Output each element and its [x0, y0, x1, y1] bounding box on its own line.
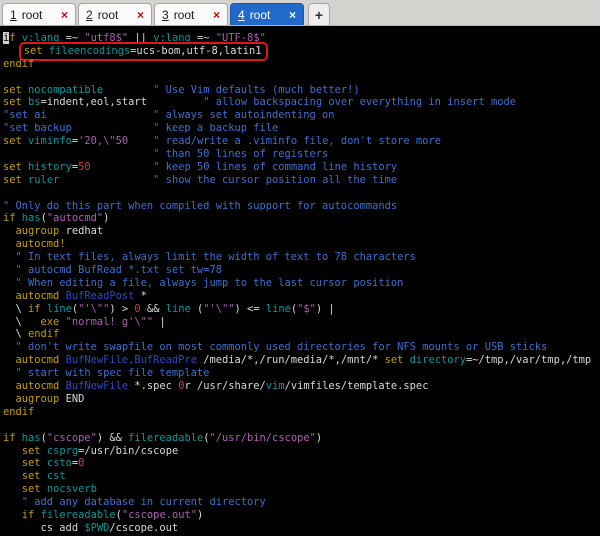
- code-line: " start with spec file template: [3, 367, 600, 380]
- code-line: "set backup " keep a backup file: [3, 122, 600, 135]
- code-line: set csprg=/usr/bin/cscope: [3, 445, 600, 458]
- code-line: cs add $PWD/cscope.out: [3, 522, 600, 535]
- code-line: augroup END: [3, 393, 600, 406]
- code-line: " autocmd BufRead *.txt set tw=78: [3, 264, 600, 277]
- tab-title: root: [174, 8, 195, 22]
- code-line: \ endif: [3, 328, 600, 341]
- code-line: if has("cscope") && filereadable("/usr/b…: [3, 432, 600, 445]
- code-line: endif: [3, 58, 600, 71]
- tab-bar: 1 root × 2 root × 3 root × 4 root × +: [0, 0, 600, 26]
- tab-3-root[interactable]: 3 root ×: [154, 3, 228, 25]
- code-line: set cst: [3, 470, 600, 483]
- tab-number: 3: [162, 8, 169, 22]
- tab-number: 2: [86, 8, 93, 22]
- tab-number: 4: [238, 8, 245, 22]
- new-tab-button[interactable]: +: [308, 3, 330, 25]
- code-line: " When editing a file, always jump to th…: [3, 277, 600, 290]
- code-line: augroup redhat: [3, 225, 600, 238]
- code-line: set fileencodings=ucs-bom,utf-8,latin1: [3, 45, 600, 58]
- code-line: if filereadable("cscope.out"): [3, 509, 600, 522]
- tab-close-icon[interactable]: ×: [137, 9, 144, 21]
- code-line: " add any database in current directory: [3, 496, 600, 509]
- code-line: \ exe "normal! g'\"" |: [3, 316, 600, 329]
- code-line: " In text files, always limit the width …: [3, 251, 600, 264]
- code-line: " don't write swapfile on most commonly …: [3, 341, 600, 354]
- terminal-screen[interactable]: if v:lang =~ "utf8$" || v:lang =~ "UTF-8…: [0, 26, 600, 536]
- code-line: set history=50 " keep 50 lines of comman…: [3, 161, 600, 174]
- tab-4-root[interactable]: 4 root ×: [230, 3, 304, 25]
- code-line: [3, 187, 600, 200]
- code-line: endif: [3, 406, 600, 419]
- code-line: set csto=0: [3, 457, 600, 470]
- code-line: "set ai " always set autoindenting on: [3, 109, 600, 122]
- code-line: if has("autocmd"): [3, 212, 600, 225]
- code-line: \ if line("'\"") > 0 && line ("'\"") <= …: [3, 303, 600, 316]
- code-line: set nocompatible " Use Vim defaults (muc…: [3, 84, 600, 97]
- code-line: autocmd BufReadPost *: [3, 290, 600, 303]
- code-line: set ruler " show the cursor position all…: [3, 174, 600, 187]
- tab-close-icon[interactable]: ×: [61, 9, 68, 21]
- code-line: [3, 419, 600, 432]
- tab-1-root[interactable]: 1 root ×: [2, 3, 76, 25]
- tab-title: root: [98, 8, 119, 22]
- code-line: set bs=indent,eol,start " allow backspac…: [3, 96, 600, 109]
- code-line: set nocsverb: [3, 483, 600, 496]
- code-line: autocmd BufNewFile,BufReadPre /media/*,/…: [3, 354, 600, 367]
- tab-title: root: [250, 8, 271, 22]
- code-line: autocmd BufNewFile *.spec 0r /usr/share/…: [3, 380, 600, 393]
- code-line: set viminfo='20,\"50 " read/write a .vim…: [3, 135, 600, 148]
- code-line: autocmd!: [3, 238, 600, 251]
- terminal-window: 1 root × 2 root × 3 root × 4 root × + if v:lang =~ "…: [0, 0, 600, 536]
- code-line: [3, 71, 600, 84]
- tab-number: 1: [10, 8, 17, 22]
- tab-close-icon[interactable]: ×: [289, 9, 296, 21]
- code-line: " than 50 lines of registers: [3, 148, 600, 161]
- code-line: " Only do this part when compiled with s…: [3, 200, 600, 213]
- tab-title: root: [22, 8, 43, 22]
- tab-close-icon[interactable]: ×: [213, 9, 220, 21]
- tab-2-root[interactable]: 2 root ×: [78, 3, 152, 25]
